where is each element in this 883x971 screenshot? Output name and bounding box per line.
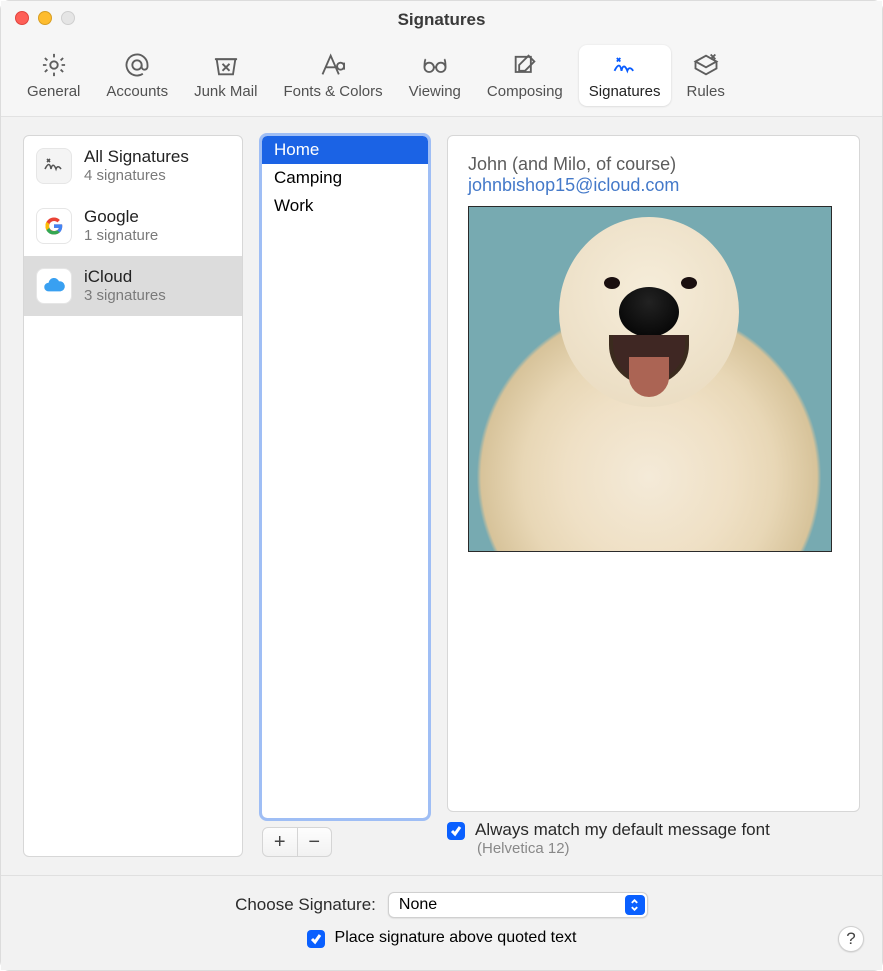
preferences-toolbar: General Accounts Junk Mail Fonts & Color…: [1, 39, 882, 117]
tab-label: Accounts: [106, 83, 168, 100]
window-controls: [15, 11, 75, 25]
add-signature-button[interactable]: +: [263, 828, 298, 856]
account-subtitle: 3 signatures: [84, 287, 166, 306]
signature-icon: [36, 148, 72, 184]
tab-label: Fonts & Colors: [283, 83, 382, 100]
gear-icon: [38, 51, 70, 79]
chevron-up-down-icon: [625, 895, 645, 915]
account-icloud[interactable]: iCloud 3 signatures: [24, 256, 242, 316]
match-default-font-checkbox-row: Always match my default message font: [447, 820, 860, 840]
compose-icon: [509, 51, 541, 79]
tab-label: Viewing: [409, 83, 461, 100]
match-default-font-label: Always match my default message font: [475, 820, 770, 840]
tab-junk-mail[interactable]: Junk Mail: [184, 45, 267, 106]
choose-signature-select[interactable]: None: [388, 892, 648, 918]
signature-name-line: John (and Milo, of course): [468, 154, 839, 175]
window-title: Signatures: [398, 10, 486, 30]
tab-general[interactable]: General: [17, 45, 90, 106]
match-default-font-checkbox[interactable]: [447, 822, 465, 840]
help-button[interactable]: ?: [838, 926, 864, 952]
titlebar: Signatures: [1, 1, 882, 39]
signature-item-home[interactable]: Home: [262, 136, 428, 164]
account-name: All Signatures: [84, 146, 189, 167]
tab-fonts-colors[interactable]: Fonts & Colors: [273, 45, 392, 106]
tab-composing[interactable]: Composing: [477, 45, 573, 106]
rules-icon: [690, 51, 722, 79]
tab-rules[interactable]: Rules: [677, 45, 735, 106]
columns: All Signatures 4 signatures Google 1 sig…: [23, 135, 860, 857]
account-name: Google: [84, 206, 158, 227]
signature-image: [468, 206, 832, 552]
account-all-signatures[interactable]: All Signatures 4 signatures: [24, 136, 242, 196]
tab-label: Rules: [687, 83, 725, 100]
minimize-window-button[interactable]: [38, 11, 52, 25]
account-name: iCloud: [84, 266, 166, 287]
tab-label: Composing: [487, 83, 563, 100]
tab-signatures[interactable]: Signatures: [579, 45, 671, 106]
account-subtitle: 4 signatures: [84, 167, 189, 186]
remove-signature-button[interactable]: −: [298, 828, 332, 856]
signature-item-work[interactable]: Work: [262, 192, 428, 220]
junk-mail-icon: [210, 51, 242, 79]
content-area: All Signatures 4 signatures Google 1 sig…: [1, 117, 882, 970]
account-google[interactable]: Google 1 signature: [24, 196, 242, 256]
at-sign-icon: [121, 51, 153, 79]
tab-label: General: [27, 83, 80, 100]
place-above-quoted-label: Place signature above quoted text: [335, 929, 577, 947]
footer-area: Choose Signature: None Place signature a…: [23, 892, 860, 954]
match-default-font-sublabel: (Helvetica 12): [477, 840, 860, 857]
signature-email-link[interactable]: johnbishop15@icloud.com: [468, 175, 839, 196]
signature-names-list[interactable]: Home Camping Work: [261, 135, 429, 819]
signature-icon: [609, 51, 641, 79]
google-icon: [36, 208, 72, 244]
signature-item-camping[interactable]: Camping: [262, 164, 428, 192]
account-subtitle: 1 signature: [84, 227, 158, 246]
accounts-list: All Signatures 4 signatures Google 1 sig…: [23, 135, 243, 857]
divider: [1, 875, 882, 876]
fonts-icon: [317, 51, 349, 79]
tab-label: Junk Mail: [194, 83, 257, 100]
add-remove-signature: + −: [262, 827, 332, 857]
choose-signature-value: None: [399, 896, 437, 914]
signature-preview[interactable]: John (and Milo, of course) johnbishop15@…: [447, 135, 860, 812]
zoom-window-button: [61, 11, 75, 25]
choose-signature-label: Choose Signature:: [235, 895, 378, 915]
place-above-quoted-checkbox[interactable]: [307, 930, 325, 948]
icloud-icon: [36, 268, 72, 304]
tab-label: Signatures: [589, 83, 661, 100]
tab-accounts[interactable]: Accounts: [96, 45, 178, 106]
tab-viewing[interactable]: Viewing: [399, 45, 471, 106]
close-window-button[interactable]: [15, 11, 29, 25]
glasses-icon: [419, 51, 451, 79]
question-mark-icon: ?: [846, 929, 855, 949]
